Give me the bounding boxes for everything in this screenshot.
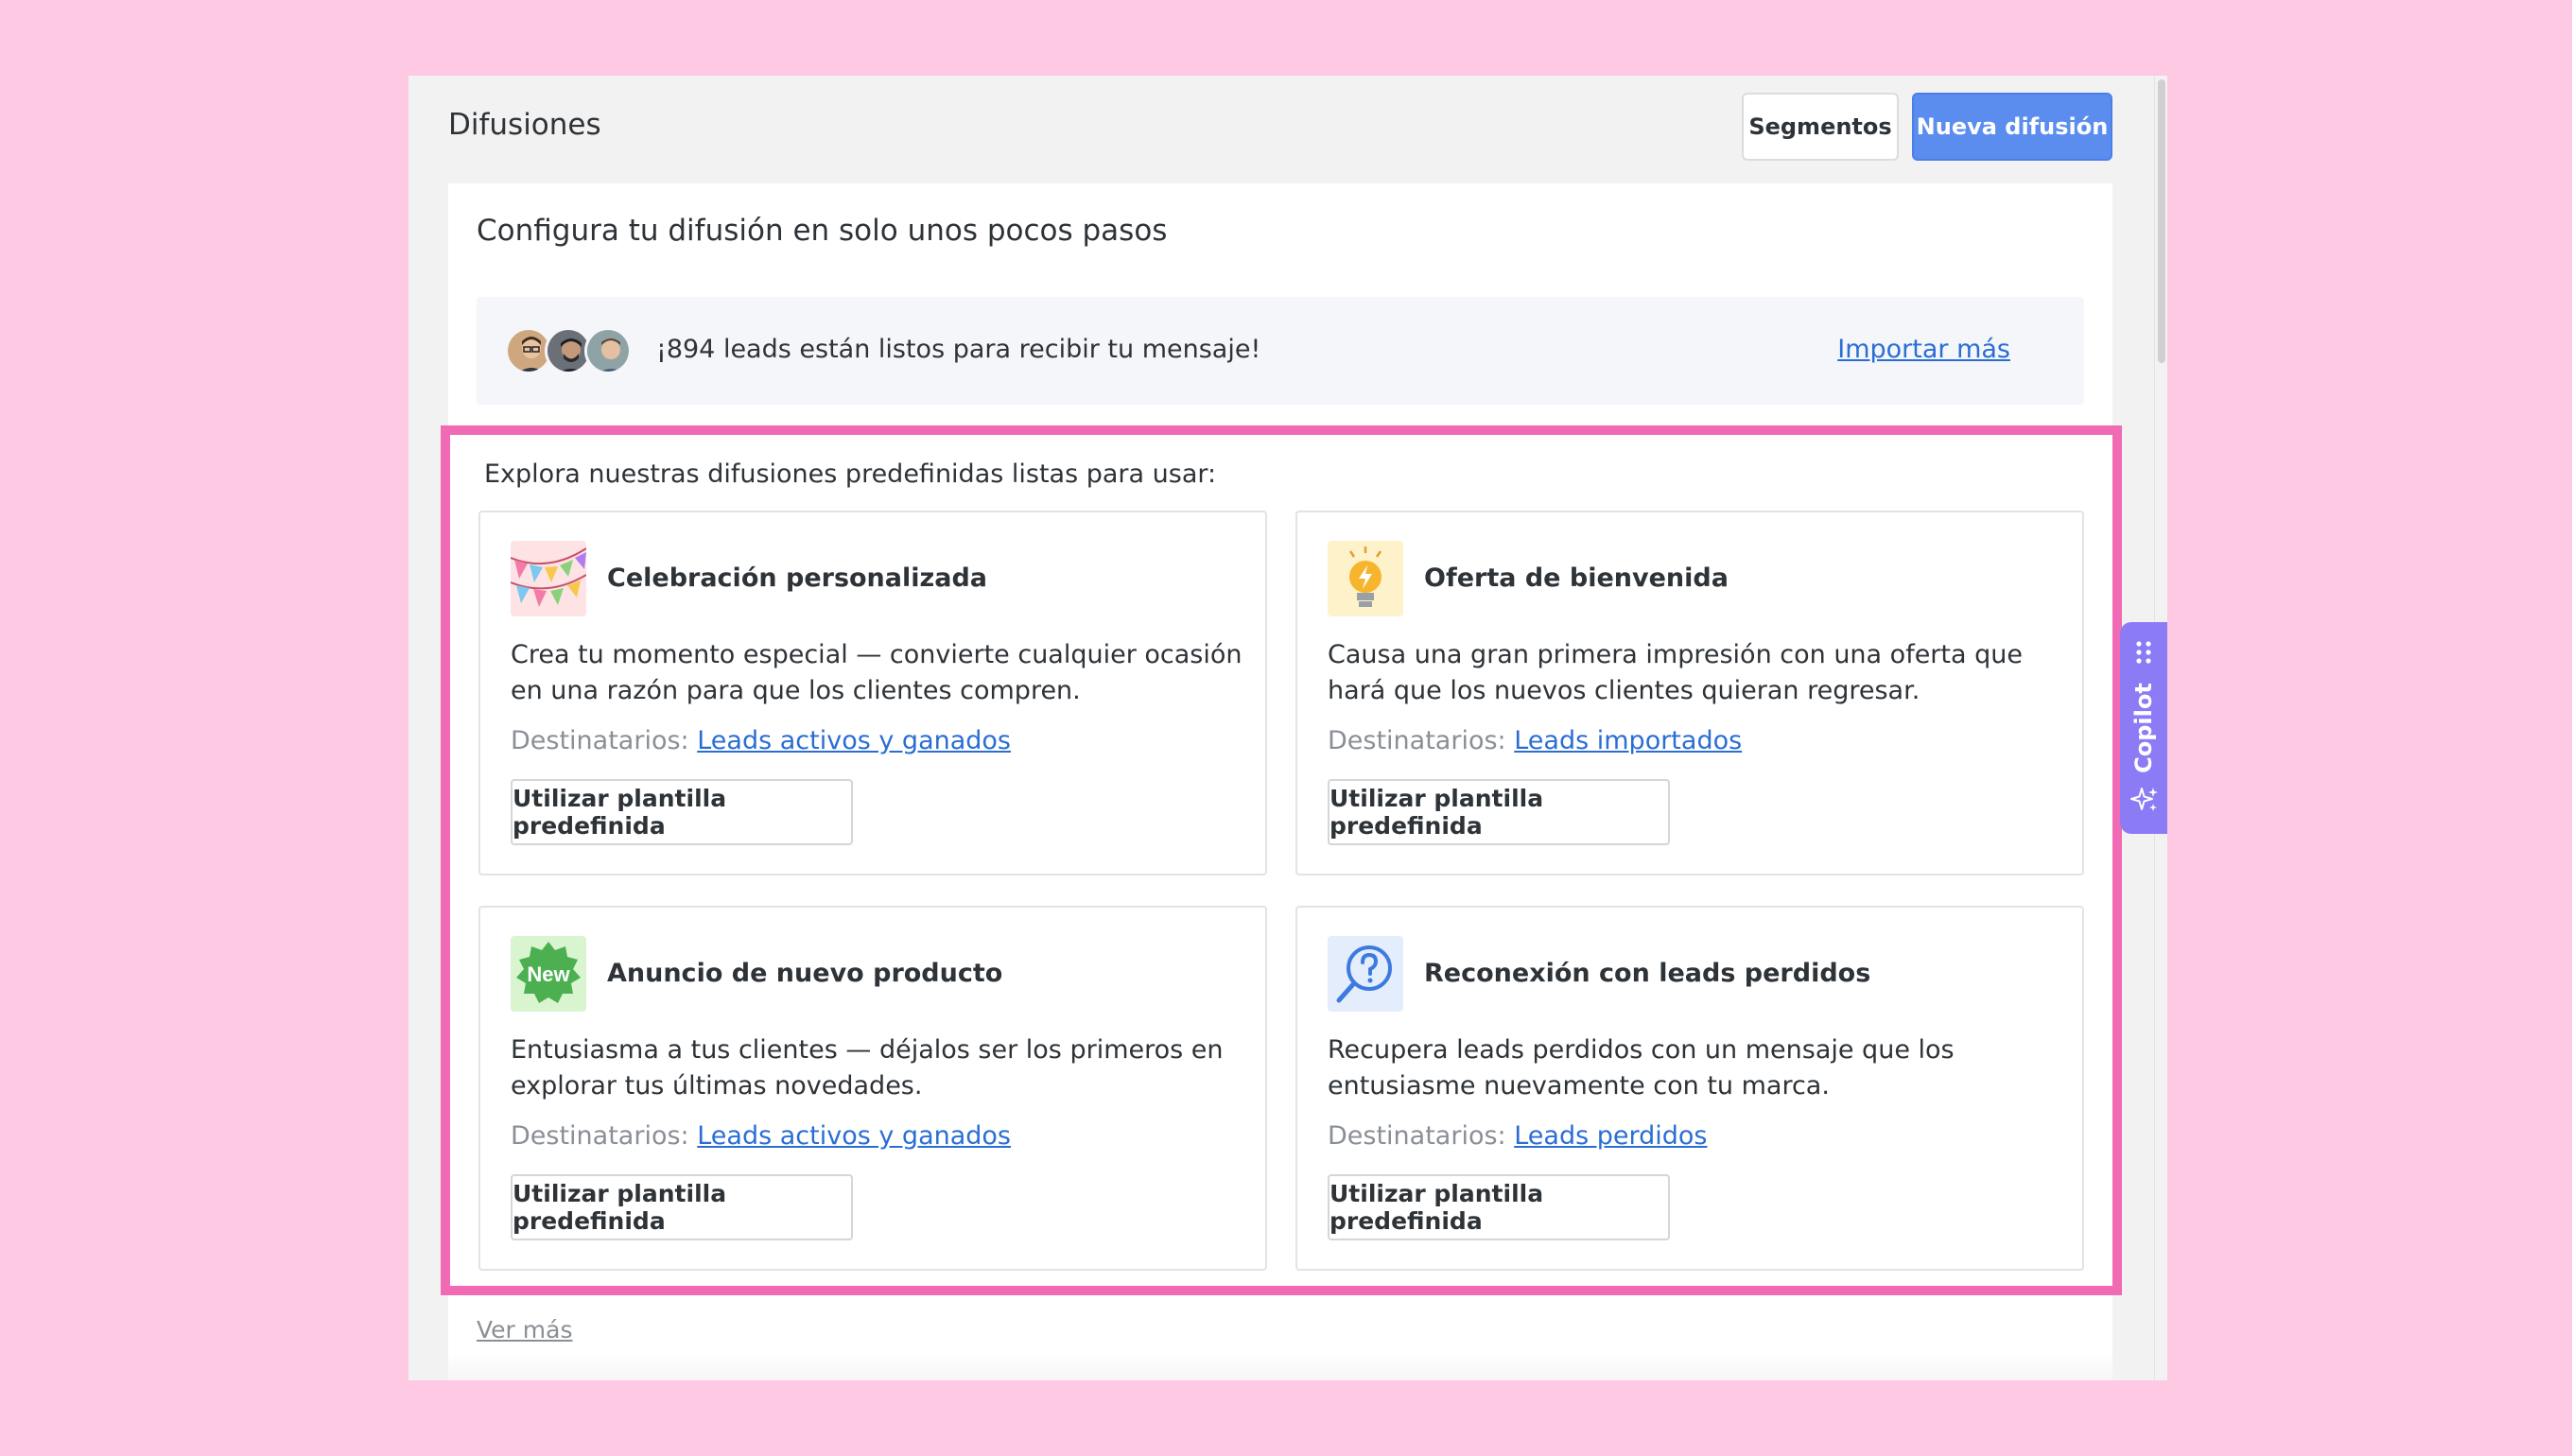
setup-title: Configura tu difusión en solo unos pocos… (477, 214, 1168, 248)
new-broadcast-button[interactable]: Nueva difusión (1912, 93, 2112, 161)
template-recipients: Destinatarios: Leads activos y ganados (511, 726, 1011, 755)
search-question-icon (1328, 936, 1403, 1012)
copilot-label: Copilot (2130, 683, 2157, 773)
template-card: Oferta de bienvenida Causa una gran prim… (1295, 511, 2084, 875)
template-description: Crea tu momento especial — convierte cua… (511, 640, 1243, 705)
page-title: Difusiones (448, 108, 601, 142)
recipients-label: Destinatarios: (511, 726, 689, 755)
template-description: Causa una gran primera impresión con una… (1328, 640, 2023, 705)
use-template-button[interactable]: Utilizar plantilla predefinida (511, 1174, 853, 1240)
predefined-templates-section: Explora nuestras difusiones predefinidas… (441, 425, 2122, 1295)
template-recipients: Destinatarios: Leads activos y ganados (511, 1121, 1011, 1151)
see-more-link[interactable]: Ver más (477, 1316, 572, 1343)
segments-button[interactable]: Segmentos (1742, 93, 1899, 161)
template-title: Celebración personalizada (607, 563, 987, 593)
recipients-link[interactable]: Leads activos y ganados (697, 1121, 1011, 1151)
templates-intro: Explora nuestras difusiones predefinidas… (484, 459, 1217, 489)
use-template-button[interactable]: Utilizar plantilla predefinida (511, 779, 853, 845)
drag-handle-icon[interactable] (2133, 639, 2154, 666)
use-template-button[interactable]: Utilizar plantilla predefinida (1328, 779, 1670, 845)
leads-count-text: ¡894 leads están listos para recibir tu … (656, 335, 1261, 364)
new-badge-text: New (527, 962, 570, 986)
template-card: Celebración personalizada Crea tu moment… (478, 511, 1267, 875)
recipients-link[interactable]: Leads perdidos (1514, 1121, 1707, 1151)
template-recipients: Destinatarios: Leads perdidos (1328, 1121, 1708, 1151)
recipients-label: Destinatarios: (1328, 1121, 1506, 1151)
leads-banner: ¡894 leads están listos para recibir tu … (477, 297, 2084, 405)
template-card: Reconexión con leads perdidos Recupera l… (1295, 906, 2084, 1271)
party-flags-icon (511, 541, 586, 616)
template-title: Oferta de bienvenida (1424, 563, 1729, 593)
recipients-link[interactable]: Leads activos y ganados (697, 726, 1011, 755)
copilot-tab[interactable]: Copilot (2120, 622, 2167, 834)
use-template-button[interactable]: Utilizar plantilla predefinida (1328, 1174, 1670, 1240)
recipients-label: Destinatarios: (511, 1121, 689, 1151)
sparkle-icon (2130, 788, 2158, 811)
new-badge-icon: New (511, 936, 586, 1012)
template-card: New Anuncio de nuevo producto Entusiasma… (478, 906, 1267, 1271)
template-recipients: Destinatarios: Leads importados (1328, 726, 1742, 755)
template-description: Recupera leads perdidos con un mensaje q… (1328, 1035, 1955, 1101)
template-title: Reconexión con leads perdidos (1424, 959, 1871, 988)
avatar (584, 327, 632, 374)
import-more-link[interactable]: Importar más (1837, 335, 2010, 364)
bottom-fade (448, 1352, 2112, 1380)
recipients-label: Destinatarios: (1328, 726, 1506, 755)
lightbulb-icon (1328, 541, 1403, 616)
recipients-link[interactable]: Leads importados (1514, 726, 1742, 755)
template-title: Anuncio de nuevo producto (607, 959, 1003, 988)
scroll-thumb[interactable] (2158, 79, 2165, 363)
template-description: Entusiasma a tus clientes — déjalos ser … (511, 1035, 1224, 1101)
